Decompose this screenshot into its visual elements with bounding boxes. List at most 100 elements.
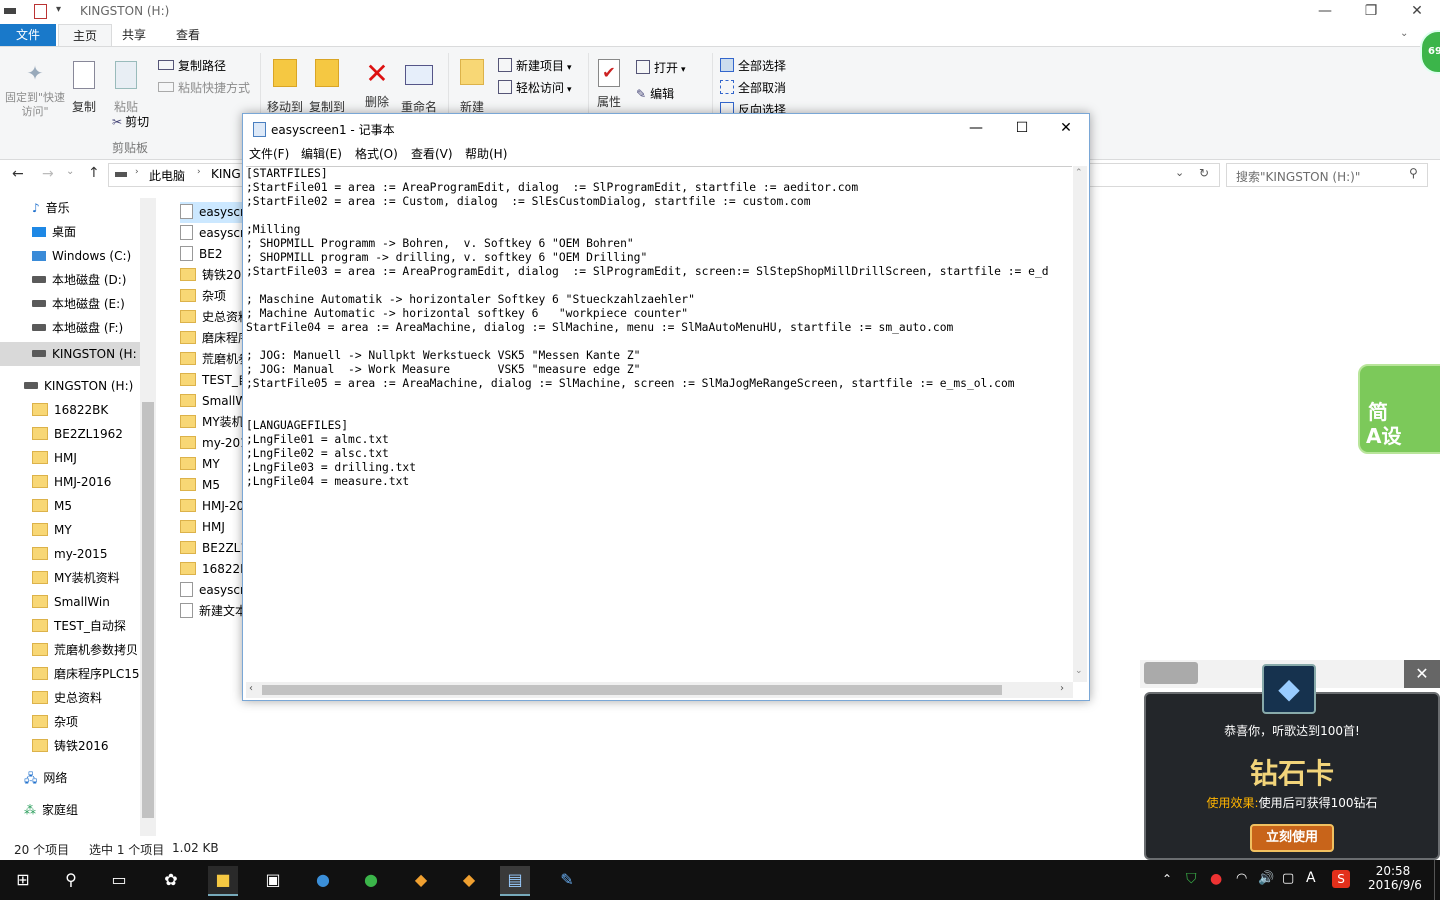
properties-quick-icon[interactable]: [34, 4, 47, 19]
minimize-button[interactable]: —: [1302, 0, 1348, 24]
forward-arrow-icon[interactable]: →: [42, 166, 54, 182]
paint-app-icon[interactable]: ✎: [552, 866, 582, 894]
delete-button[interactable]: ✕ 删除: [360, 59, 394, 110]
file-list-item[interactable]: easyscr: [180, 202, 250, 223]
file-explorer-icon[interactable]: ■: [208, 866, 238, 896]
edit-button[interactable]: ✎ 编辑: [636, 85, 674, 102]
copy-button[interactable]: 复制: [66, 61, 102, 115]
file-list-item[interactable]: 史总资料: [180, 307, 250, 328]
tab-home[interactable]: 主页: [58, 24, 113, 47]
pin-quick-access-button[interactable]: ✦ 固定到"快速访问": [4, 61, 66, 119]
tab-file[interactable]: 文件: [0, 24, 57, 46]
breadcrumb-drive[interactable]: KING: [211, 167, 241, 181]
easy-access-button[interactable]: 轻松访问 ▾: [498, 79, 572, 96]
nav-tree-folder[interactable]: 杂项: [32, 710, 78, 734]
file-list-item[interactable]: 16822BI: [180, 559, 250, 580]
task-view-icon[interactable]: ▭: [104, 866, 134, 894]
menu-format[interactable]: 格式(O): [349, 144, 404, 164]
file-list-item[interactable]: 磨床程序: [180, 328, 250, 349]
nav-drive-c[interactable]: Windows (C:): [32, 244, 131, 268]
file-list-item[interactable]: HMJ: [180, 517, 250, 538]
properties-button[interactable]: ✔ 属性: [594, 59, 624, 110]
notepad-maximize-button[interactable]: ☐: [999, 116, 1045, 142]
nav-tree-folder[interactable]: my-2015: [32, 542, 107, 566]
notepad-minimize-button[interactable]: —: [953, 116, 999, 142]
menu-help[interactable]: 帮助(H): [459, 144, 513, 164]
nav-homegroup[interactable]: ⁂ 家庭组: [24, 798, 78, 822]
tab-view[interactable]: 查看: [162, 24, 214, 46]
nav-tree-folder[interactable]: HMJ-2016: [32, 470, 111, 494]
nav-music[interactable]: ♪ 音乐: [32, 196, 70, 220]
game-app-icon[interactable]: ◆: [406, 866, 436, 894]
new-folder-button[interactable]: 新建: [454, 59, 490, 115]
search-icon[interactable]: ⚲: [56, 866, 86, 894]
scroll-right-icon[interactable]: ›: [1060, 683, 1064, 694]
expand-ribbon-icon[interactable]: ⌄: [1400, 28, 1408, 39]
copy-to-button[interactable]: 复制到: [306, 59, 348, 115]
nav-tree-root[interactable]: KINGSTON (H:): [24, 374, 133, 398]
nav-desktop[interactable]: 桌面: [32, 220, 76, 244]
paste-button[interactable]: 粘贴: [108, 61, 144, 115]
green-app-icon[interactable]: ●: [356, 866, 386, 894]
menu-view[interactable]: 查看(V): [405, 144, 459, 164]
cut-button[interactable]: ✂ 剪切: [112, 113, 149, 130]
nav-scrollbar[interactable]: [140, 198, 156, 836]
file-list-item[interactable]: 荒磨机参: [180, 349, 250, 370]
store-icon[interactable]: ▣: [258, 866, 288, 894]
nav-tree-folder[interactable]: MY装机资料: [32, 566, 120, 590]
volume-icon[interactable]: 🔊: [1258, 871, 1274, 886]
address-dropdown-icon[interactable]: ⌄: [1175, 166, 1184, 179]
paste-shortcut-button[interactable]: 粘贴快捷方式: [158, 79, 250, 96]
clock[interactable]: 20:58 2016/9/6: [1368, 864, 1422, 892]
nav-scrollbar-thumb[interactable]: [142, 402, 154, 818]
copy-path-button[interactable]: 复制路径: [158, 57, 226, 74]
shield-icon[interactable]: ⛉: [1186, 871, 1197, 887]
file-list-item[interactable]: 铸铁201: [180, 265, 250, 286]
refresh-icon[interactable]: ↻: [1199, 166, 1209, 180]
rename-button[interactable]: 重命名: [398, 59, 440, 115]
sogou-ime-icon[interactable]: S: [1332, 870, 1350, 888]
nav-tree-folder[interactable]: 16822BK: [32, 398, 108, 422]
close-button[interactable]: ✕: [1394, 0, 1440, 24]
nav-tree-folder[interactable]: 磨床程序PLC15: [32, 662, 140, 686]
tray-red-icon[interactable]: ●: [1210, 871, 1222, 887]
search-box[interactable]: 搜索"KINGSTON (H:)" ⚲: [1226, 163, 1428, 187]
windows-start-icon[interactable]: ⊞: [8, 866, 38, 894]
scroll-up-icon[interactable]: ⌃: [1075, 168, 1083, 178]
file-list-item[interactable]: MY装机: [180, 412, 250, 433]
file-list-item[interactable]: 新建文本: [180, 601, 250, 622]
browser-s-icon[interactable]: ●: [308, 866, 338, 894]
game-app-2-icon[interactable]: ◆: [454, 866, 484, 894]
select-all-button[interactable]: 全部选择: [720, 57, 786, 74]
file-list-item[interactable]: easyscr: [180, 223, 250, 244]
file-list-item[interactable]: M5: [180, 475, 250, 496]
file-list-item[interactable]: easyscr: [180, 580, 250, 601]
popup-close-button[interactable]: ✕: [1404, 660, 1440, 688]
nav-tree-folder[interactable]: TEST_自动探: [32, 614, 126, 638]
show-desktop-button[interactable]: [1434, 860, 1440, 900]
file-list-item[interactable]: my-2015: [180, 433, 250, 454]
nav-tree-folder[interactable]: HMJ: [32, 446, 77, 470]
file-list-item[interactable]: HMJ-20: [180, 496, 250, 517]
notifications-icon[interactable]: ▢: [1282, 871, 1294, 886]
file-list-item[interactable]: BE2ZL19: [180, 538, 250, 559]
file-list-item[interactable]: SmallWi: [180, 391, 250, 412]
nav-drive-f[interactable]: 本地磁盘 (F:): [32, 316, 123, 340]
pinwheel-app-icon[interactable]: ✿: [156, 866, 186, 894]
tray-overflow-icon[interactable]: ⌃: [1162, 872, 1172, 886]
nav-tree-folder[interactable]: 史总资料: [32, 686, 102, 710]
scroll-down-icon[interactable]: ⌄: [1075, 666, 1083, 676]
notepad-text-area[interactable]: [STARTFILES] ;StartFile01 = area := AreaP…: [246, 166, 1072, 683]
nav-tree-folder[interactable]: 铸铁2016: [32, 734, 109, 758]
nav-tree-folder[interactable]: SmallWin: [32, 590, 110, 614]
file-list-item[interactable]: MY: [180, 454, 250, 475]
side-widget[interactable]: 简 A设: [1358, 364, 1440, 454]
nav-tree-folder[interactable]: 荒磨机参数拷贝: [32, 638, 138, 662]
use-now-button[interactable]: 立刻使用: [1250, 824, 1334, 852]
file-list-item[interactable]: BE2: [180, 244, 250, 265]
notepad-horizontal-scrollbar[interactable]: ‹ ›: [246, 682, 1073, 698]
file-list-item[interactable]: TEST_自: [180, 370, 250, 391]
file-list-item[interactable]: 杂项: [180, 286, 250, 307]
notepad-vertical-scrollbar[interactable]: ⌃ ⌄: [1073, 166, 1087, 682]
move-to-button[interactable]: 移动到: [264, 59, 306, 115]
